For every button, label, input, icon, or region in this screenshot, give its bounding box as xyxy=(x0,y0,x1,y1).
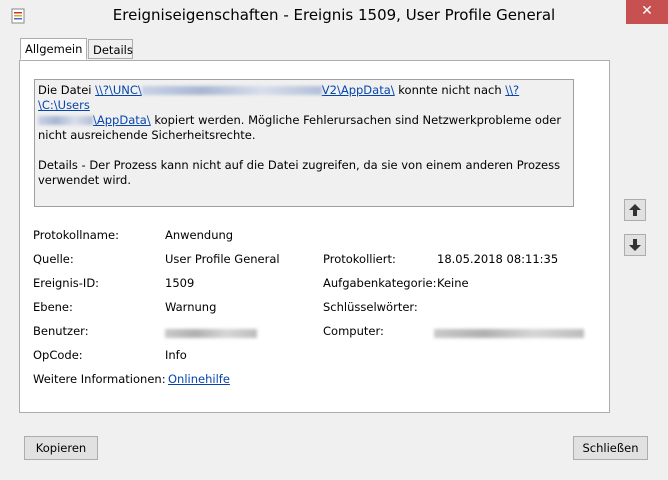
tab-allgemein[interactable]: Allgemein xyxy=(20,38,87,60)
ebene-label: Ebene: xyxy=(33,300,73,314)
arrow-down-icon xyxy=(628,239,642,256)
computer-label: Computer: xyxy=(323,324,384,338)
message-text: Die Datei xyxy=(38,83,96,97)
previous-event-button[interactable] xyxy=(624,199,646,221)
tab-details[interactable]: Details xyxy=(88,39,133,59)
schluesselwoerter-label: Schlüsselwörter: xyxy=(323,300,418,314)
protokollname-value: Anwendung xyxy=(165,228,234,242)
protokollname-label: Protokollname: xyxy=(33,228,119,242)
copy-button[interactable]: Kopieren xyxy=(24,436,98,460)
redacted-path xyxy=(38,116,93,125)
ereignis-id-value: 1509 xyxy=(165,276,195,290)
quelle-label: Quelle: xyxy=(33,252,74,266)
close-button[interactable]: Schließen xyxy=(573,436,648,460)
benutzer-value-redacted xyxy=(165,326,257,340)
general-panel: Die Datei \\?\UNC\ V2\AppData\ konnte nic… xyxy=(19,60,610,413)
onlinehilfe-link[interactable]: Onlinehilfe xyxy=(168,372,230,386)
title-bar: Ereigniseigenschaften - Ereignis 1509, U… xyxy=(0,0,668,32)
next-event-button[interactable] xyxy=(624,234,646,256)
close-window-button[interactable]: ✕ xyxy=(626,0,668,24)
aufgabenkategorie-value: Keine xyxy=(437,276,469,290)
redacted-path xyxy=(141,86,322,95)
ereignis-id-label: Ereignis-ID: xyxy=(33,276,100,290)
protokolliert-label: Protokolliert: xyxy=(323,252,396,266)
benutzer-label: Benutzer: xyxy=(33,324,89,338)
window-title: Ereigniseigenschaften - Ereignis 1509, U… xyxy=(112,6,556,24)
message-paragraph: Die Datei \\?\UNC\ V2\AppData\ konnte nic… xyxy=(38,83,570,143)
protokolliert-value: 18.05.2018 08:11:35 xyxy=(437,252,559,266)
quelle-value: User Profile General xyxy=(165,252,280,266)
ebene-value: Warnung xyxy=(165,300,217,314)
message-details: Details - Der Prozess kann nicht auf die… xyxy=(38,158,561,187)
computer-value-redacted xyxy=(434,326,584,340)
opcode-value: Info xyxy=(165,348,187,362)
aufgabenkategorie-label: Aufgabenkategorie: xyxy=(323,276,437,290)
source-path-link[interactable]: \\?\UNC\ V2\AppData\ xyxy=(95,83,395,97)
arrow-up-icon xyxy=(628,204,642,221)
weitere-informationen-label: Weitere Informationen: xyxy=(33,372,166,386)
opcode-label: OpCode: xyxy=(33,348,83,362)
message-text: konnte nicht nach xyxy=(394,83,506,97)
event-message-box[interactable]: Die Datei \\?\UNC\ V2\AppData\ konnte nic… xyxy=(34,79,574,207)
